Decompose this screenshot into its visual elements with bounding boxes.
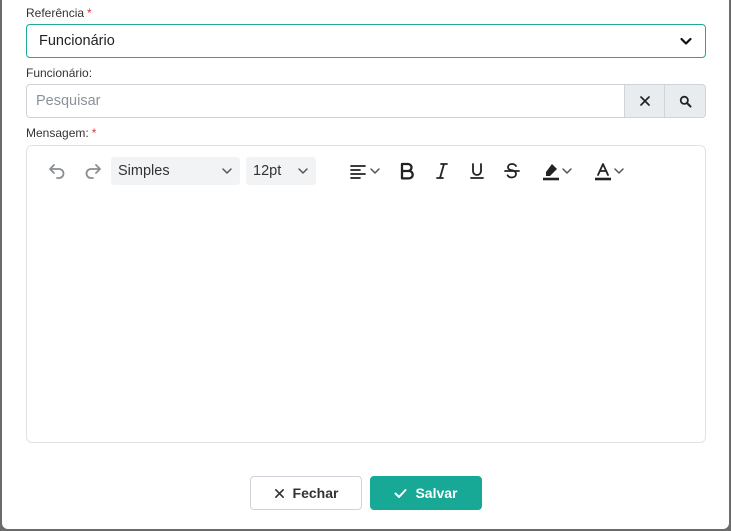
italic-button[interactable] <box>430 158 454 184</box>
mensagem-label: Mensagem: * <box>26 126 96 140</box>
check-icon <box>394 488 407 498</box>
bold-button[interactable] <box>395 158 419 184</box>
undo-icon <box>49 164 65 179</box>
strikethrough-icon <box>504 163 520 179</box>
strikethrough-button[interactable] <box>500 158 524 184</box>
referencia-label: Referência * <box>26 6 92 20</box>
italic-icon <box>436 163 448 179</box>
highlight-color-button[interactable] <box>535 158 579 184</box>
save-button[interactable]: Salvar <box>370 476 482 510</box>
referencia-select-value: Funcionário <box>39 33 115 49</box>
font-size-select[interactable]: 12pt <box>246 157 316 185</box>
required-mark: * <box>87 6 92 20</box>
bold-icon <box>400 162 414 180</box>
funcionario-search-input[interactable] <box>26 84 624 118</box>
block-format-select[interactable]: Simples <box>111 157 240 185</box>
align-left-icon <box>350 165 366 179</box>
editor-content-area[interactable] <box>27 196 705 442</box>
underline-icon <box>470 163 484 179</box>
close-icon <box>274 488 284 498</box>
chevron-down-icon <box>680 37 692 45</box>
undo-button[interactable] <box>45 158 69 184</box>
referencia-label-text: Referência <box>26 6 85 20</box>
chevron-down-icon <box>614 168 624 174</box>
search-button[interactable] <box>665 84 706 118</box>
close-icon <box>639 96 650 106</box>
close-button[interactable]: Fechar <box>250 476 362 510</box>
modal-dialog: Referência* Funcionário Funcionário: Men… <box>2 0 729 529</box>
funcionario-search-group <box>26 84 706 118</box>
funcionario-label: Funcionário: <box>26 66 93 80</box>
search-icon <box>679 95 691 107</box>
font-size-value: 12pt <box>253 163 282 179</box>
close-button-label: Fechar <box>292 485 339 501</box>
chevron-down-icon <box>222 168 232 174</box>
rich-text-editor: Simples 12pt <box>26 145 706 443</box>
editor-toolbar: Simples 12pt <box>27 146 705 196</box>
chevron-down-icon <box>562 168 572 174</box>
text-color-button[interactable] <box>587 158 631 184</box>
clear-button[interactable] <box>624 84 665 118</box>
highlight-color-icon <box>543 164 559 181</box>
align-button[interactable] <box>345 158 385 184</box>
save-button-label: Salvar <box>415 485 458 501</box>
block-format-value: Simples <box>118 163 170 179</box>
chevron-down-icon <box>298 168 308 174</box>
redo-icon <box>85 164 101 179</box>
referencia-select[interactable]: Funcionário <box>26 24 706 58</box>
chevron-down-icon <box>370 168 380 174</box>
text-color-icon <box>595 163 611 181</box>
required-mark: * <box>91 126 97 140</box>
underline-button[interactable] <box>465 158 489 184</box>
redo-button[interactable] <box>81 158 105 184</box>
mensagem-label-text: Mensagem: <box>26 126 89 140</box>
